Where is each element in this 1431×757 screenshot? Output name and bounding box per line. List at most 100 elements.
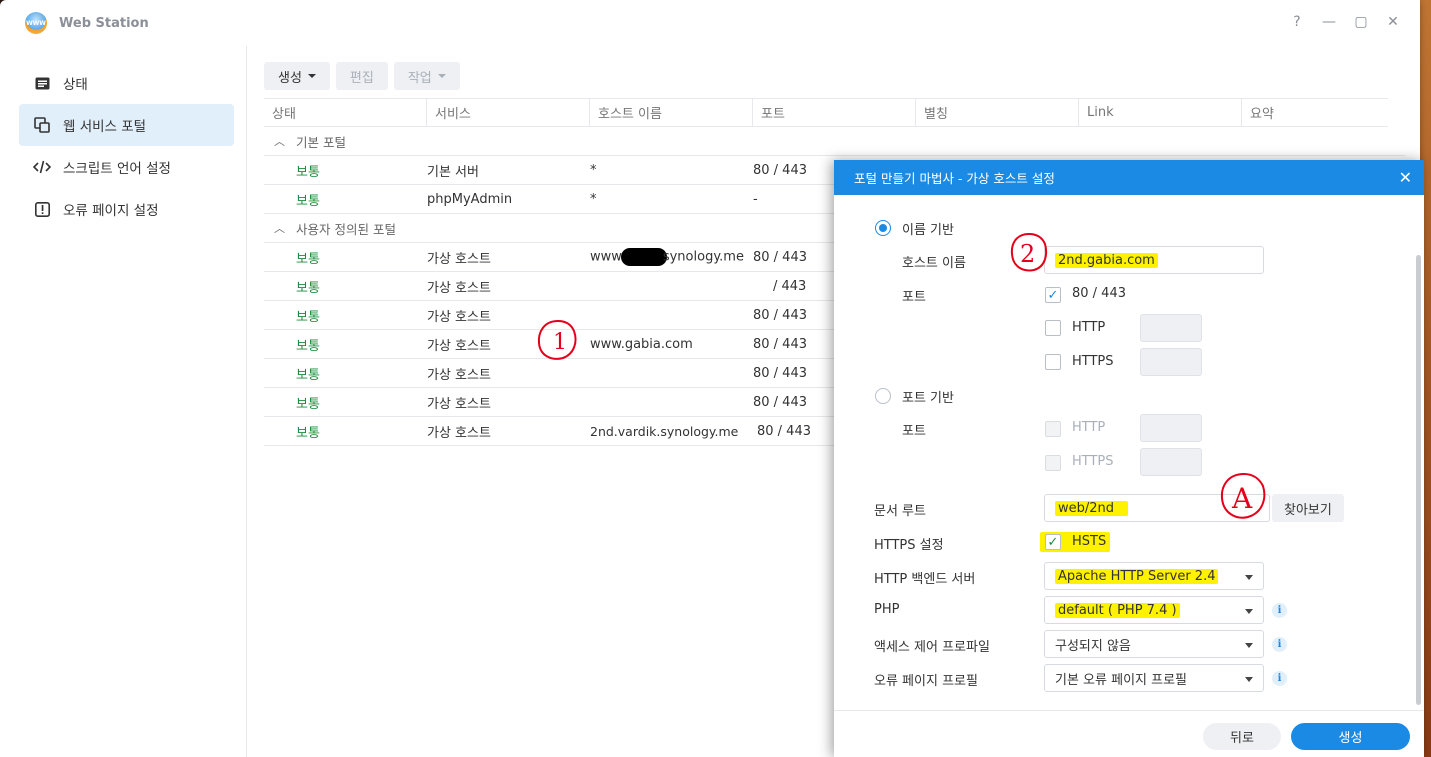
status-cell: 보통 — [296, 280, 320, 296]
hsts-checkbox[interactable]: ✓ — [1045, 534, 1061, 550]
service-cell: 기본 서버 — [427, 164, 479, 180]
service-cell: 가상 호스트 — [427, 396, 491, 412]
sidebar-item-status[interactable]: 상태 — [19, 62, 234, 104]
name-based-radio[interactable] — [875, 220, 891, 236]
group-row-default[interactable]: ︿ 기본 포털 — [264, 127, 1405, 156]
create-button-label: 생성 — [278, 70, 302, 86]
php-info-icon[interactable]: i — [1272, 603, 1287, 618]
port-based-label: 포트 기반 — [902, 391, 954, 406]
port-default-checkbox[interactable]: ✓ — [1045, 287, 1061, 303]
sidebar-item-script-language[interactable]: 스크립트 언어 설정 — [19, 146, 234, 188]
error-profile-value: 기본 오류 페이지 프로필 — [1055, 672, 1187, 688]
error-profile-select[interactable]: 기본 오류 페이지 프로필 — [1044, 664, 1264, 692]
backend-server-value: Apache HTTP Server 2.4 — [1055, 568, 1219, 584]
annotation-text-1: 1 — [553, 330, 567, 355]
port-based-http-input[interactable] — [1140, 414, 1202, 442]
app-title: Web Station — [59, 15, 149, 31]
access-profile-select[interactable]: 구성되지 않음 — [1044, 630, 1264, 658]
port-based-https-checkbox[interactable] — [1045, 455, 1061, 471]
http-checkbox[interactable] — [1045, 320, 1061, 336]
toolbar: 생성 편집 작업 — [264, 62, 1405, 90]
sidebar-item-label: 웹 서비스 포털 — [63, 119, 147, 135]
service-cell: 가상 호스트 — [427, 425, 491, 441]
status-cell: 보통 — [296, 338, 320, 354]
access-profile-label: 액세스 제어 프로파일 — [874, 640, 990, 655]
dialog-body: 이름 기반 호스트 이름 2nd.gabia.com 포트 ✓ 80 / 443… — [834, 195, 1424, 710]
status-cell: 보통 — [296, 309, 320, 325]
edit-button[interactable]: 편집 — [335, 62, 388, 90]
maximize-icon[interactable]: ▢ — [1352, 14, 1370, 30]
back-button[interactable]: 뒤로 — [1203, 723, 1281, 750]
port-based-http-checkbox[interactable] — [1045, 421, 1061, 437]
https-label: HTTPS — [1072, 354, 1114, 369]
status-cell: 보통 — [296, 396, 320, 412]
host-cell: * — [590, 191, 597, 207]
sidebar-item-label: 오류 페이지 설정 — [63, 203, 159, 219]
column-header[interactable]: 상태 — [264, 99, 427, 126]
column-header[interactable]: 서비스 — [427, 99, 590, 126]
name-based-label: 이름 기반 — [902, 223, 954, 238]
service-cell: phpMyAdmin — [427, 191, 513, 207]
column-header[interactable]: 포트 — [753, 99, 916, 126]
action-button[interactable]: 작업 — [393, 62, 460, 90]
port-cell: 80 / 443 — [753, 307, 807, 323]
service-cell: 가상 호스트 — [427, 280, 491, 296]
portal-icon — [33, 116, 51, 134]
column-header[interactable]: Link — [1079, 99, 1242, 126]
port-based-https-input[interactable] — [1140, 448, 1202, 476]
window-controls: ? — ▢ ✕ — [1288, 14, 1402, 30]
php-value: default ( PHP 7.4 ) — [1055, 602, 1180, 618]
https-settings-label: HTTPS 설정 — [874, 538, 944, 553]
chevron-up-icon: ︿ — [274, 135, 285, 148]
chevron-up-icon: ︿ — [274, 222, 285, 235]
port-based-radio[interactable] — [875, 388, 891, 404]
port-based-port-label: 포트 — [902, 424, 926, 439]
hostname-value: 2nd.gabia.com — [1055, 252, 1158, 268]
action-button-label: 작업 — [407, 70, 432, 86]
http-port-input[interactable] — [1140, 314, 1202, 342]
annotation-circle-1: 1 — [537, 320, 577, 360]
column-header[interactable]: 별칭 — [916, 99, 1079, 126]
access-info-icon[interactable]: i — [1272, 637, 1287, 652]
sidebar-item-error-page[interactable]: 오류 페이지 설정 — [19, 188, 234, 230]
host-cell: * — [590, 162, 597, 178]
browse-button-label: 찾아보기 — [1284, 502, 1332, 518]
sidebar-item-web-portal[interactable]: 웹 서비스 포털 — [19, 104, 234, 146]
port-cell: 80 / 443 — [753, 249, 807, 265]
dialog-scrollbar[interactable] — [1416, 255, 1421, 705]
https-port-input[interactable] — [1140, 348, 1202, 376]
title-bar: WWW Web Station ? — ▢ ✕ — [0, 0, 1420, 46]
host-cell: www. synology.me — [590, 248, 753, 266]
browse-button[interactable]: 찾아보기 — [1272, 494, 1344, 522]
host-prefix: www. — [590, 249, 625, 265]
group-label: 사용자 정의된 포털 — [296, 221, 396, 237]
annotation-text-2: 2 — [1020, 240, 1035, 268]
table-header: 상태 서비스 호스트 이름 포트 별칭 Link 요약 — [264, 98, 1388, 127]
port-cell: 80 / 443 — [753, 365, 807, 381]
chevron-down-icon — [1245, 609, 1253, 614]
create-button[interactable]: 생성 — [264, 62, 330, 90]
status-cell: 보통 — [296, 193, 320, 209]
chevron-down-icon — [437, 74, 446, 78]
sidebar-item-label: 상태 — [63, 77, 88, 93]
dialog-close-icon[interactable]: ✕ — [1399, 168, 1412, 187]
https-checkbox[interactable] — [1045, 354, 1061, 370]
create-portal-button[interactable]: 생성 — [1291, 723, 1410, 750]
help-icon[interactable]: ? — [1288, 14, 1306, 30]
status-icon — [33, 74, 51, 92]
dialog-footer: 뒤로 생성 — [834, 710, 1424, 757]
chevron-down-icon — [1245, 643, 1253, 648]
hostname-input[interactable]: 2nd.gabia.com — [1044, 246, 1264, 274]
sidebar-item-label: 스크립트 언어 설정 — [63, 161, 171, 177]
column-header[interactable]: 호스트 이름 — [590, 99, 753, 126]
backend-server-label: HTTP 백엔드 서버 — [874, 572, 976, 587]
port-based-https-label: HTTPS — [1072, 454, 1114, 469]
php-select[interactable]: default ( PHP 7.4 ) — [1044, 596, 1264, 624]
hostname-label: 호스트 이름 — [902, 256, 966, 271]
column-header[interactable]: 요약 — [1242, 99, 1388, 126]
backend-server-select[interactable]: Apache HTTP Server 2.4 — [1044, 562, 1264, 590]
error-info-icon[interactable]: i — [1272, 671, 1287, 686]
close-icon[interactable]: ✕ — [1384, 14, 1402, 30]
port-cell: 80 / 443 — [753, 336, 807, 352]
minimize-icon[interactable]: — — [1320, 14, 1338, 30]
